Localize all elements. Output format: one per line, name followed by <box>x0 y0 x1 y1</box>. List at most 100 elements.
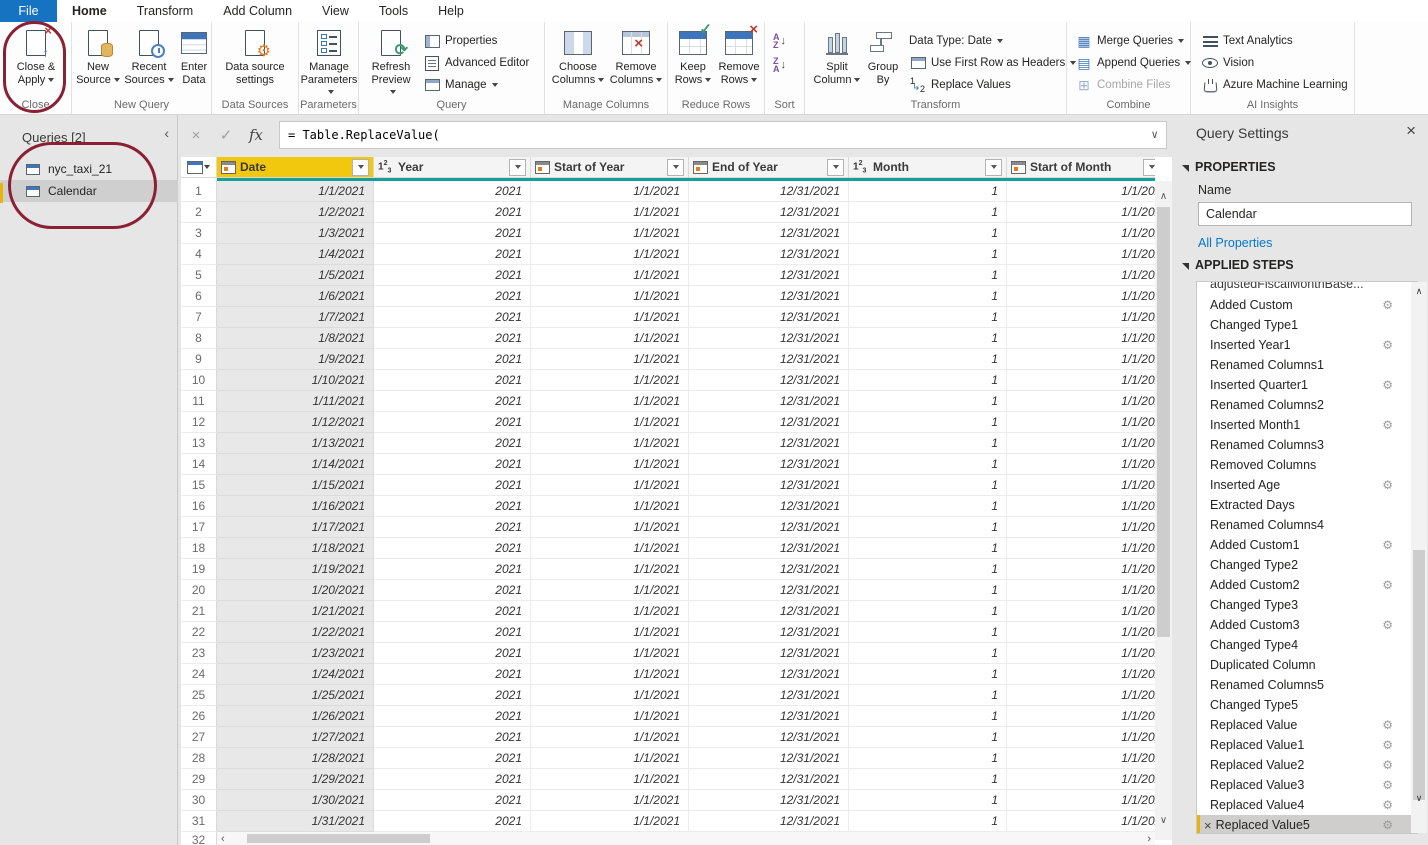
table-cell[interactable]: 2021 <box>374 412 531 433</box>
table-cell[interactable]: 1 <box>849 664 1007 685</box>
scroll-down-icon[interactable]: ∨ <box>1411 791 1427 805</box>
menu-tab-add-column[interactable]: Add Column <box>208 0 307 22</box>
applied-step[interactable]: Renamed Columns2 <box>1197 395 1417 415</box>
table-cell[interactable]: 1/9/2021 <box>217 349 374 370</box>
column-header-start-of-month[interactable]: Start of Month <box>1007 157 1155 178</box>
table-cell[interactable]: 12/31/2021 <box>689 685 849 706</box>
table-cell[interactable]: 1/1/2021 <box>531 643 689 664</box>
table-cell[interactable]: 1 <box>849 244 1007 265</box>
applied-step[interactable]: Changed Type5 <box>1197 695 1417 715</box>
row-number[interactable]: 25 <box>181 685 217 706</box>
table-cell[interactable]: 1/28/2021 <box>217 748 374 769</box>
applied-step[interactable]: Changed Type3 <box>1197 595 1417 615</box>
use-first-row-as-headers-button[interactable]: Use First Row as Headers <box>909 52 1076 74</box>
row-number[interactable]: 21 <box>181 601 217 622</box>
remove-rows-button[interactable]: × RemoveRows <box>716 27 762 86</box>
step-settings-gear-icon[interactable]: ⚙ <box>1382 818 1393 832</box>
table-cell[interactable]: 1 <box>849 370 1007 391</box>
table-cell[interactable]: 12/31/2021 <box>689 580 849 601</box>
table-cell[interactable]: 1/1/2021 <box>217 181 374 202</box>
combine-files-button[interactable]: ⊞Combine Files <box>1075 74 1191 96</box>
table-cell[interactable]: 1/1/2021 <box>531 517 689 538</box>
horizontal-scrollbar[interactable]: ‹ › <box>217 832 1155 845</box>
row-number[interactable]: 23 <box>181 643 217 664</box>
table-cell[interactable]: 2021 <box>374 433 531 454</box>
table-cell[interactable]: 1/18/2021 <box>217 538 374 559</box>
applied-step[interactable]: ×Replaced Value5⚙ <box>1197 815 1417 834</box>
text-analytics-button[interactable]: Text Analytics <box>1201 30 1348 52</box>
menu-tab-file[interactable]: File <box>0 0 57 22</box>
table-cell[interactable]: 1/1/2021 <box>1007 706 1155 727</box>
table-cell[interactable]: 1 <box>849 202 1007 223</box>
table-cell[interactable]: 1/1/2021 <box>1007 601 1155 622</box>
table-cell[interactable]: 1/1/2021 <box>1007 244 1155 265</box>
table-cell[interactable]: 1 <box>849 622 1007 643</box>
table-cell[interactable]: 2021 <box>374 685 531 706</box>
table-cell[interactable]: 2021 <box>374 265 531 286</box>
table-cell[interactable]: 12/31/2021 <box>689 307 849 328</box>
table-cell[interactable]: 2021 <box>374 244 531 265</box>
table-cell[interactable]: 1/1/2021 <box>531 706 689 727</box>
expand-formula-bar-icon[interactable]: ∨ <box>1151 128 1158 141</box>
table-cell[interactable]: 2021 <box>374 223 531 244</box>
table-cell[interactable]: 1 <box>849 538 1007 559</box>
table-cell[interactable]: 12/31/2021 <box>689 769 849 790</box>
vision-button[interactable]: Vision <box>1201 52 1348 74</box>
step-settings-gear-icon[interactable]: ⚙ <box>1382 478 1393 492</box>
applied-step[interactable]: Added Custom1⚙ <box>1197 535 1417 555</box>
table-cell[interactable]: 12/31/2021 <box>689 559 849 580</box>
remove-columns-button[interactable]: × RemoveColumns <box>608 27 664 86</box>
table-cell[interactable]: 1/1/2021 <box>531 244 689 265</box>
sort-descending-button[interactable]: ZA↓ <box>773 56 786 74</box>
vertical-scroll-thumb[interactable] <box>1157 207 1170 637</box>
applied-step[interactable]: adjustedFiscalMonthBase... <box>1197 282 1417 295</box>
table-cell[interactable]: 2021 <box>374 559 531 580</box>
manage-button[interactable]: Manage <box>423 74 529 96</box>
table-cell[interactable]: 1/1/2021 <box>1007 286 1155 307</box>
sort-ascending-button[interactable]: AZ↓ <box>773 32 786 50</box>
table-cell[interactable]: 1/1/2021 <box>531 370 689 391</box>
data-source-settings-button[interactable]: ⚙ Data sourcesettings <box>222 27 288 86</box>
row-number[interactable]: 6 <box>181 286 217 307</box>
applied-step[interactable]: Replaced Value4⚙ <box>1197 795 1417 815</box>
table-cell[interactable]: 12/31/2021 <box>689 286 849 307</box>
table-cell[interactable]: 1 <box>849 349 1007 370</box>
table-cell[interactable]: 12/31/2021 <box>689 706 849 727</box>
table-cell[interactable]: 1/1/2021 <box>1007 328 1155 349</box>
table-cell[interactable]: 1/1/2021 <box>531 202 689 223</box>
all-properties-link[interactable]: All Properties <box>1198 236 1272 250</box>
group-by-button[interactable]: GroupBy <box>863 27 903 86</box>
step-settings-gear-icon[interactable]: ⚙ <box>1382 618 1393 632</box>
filter-dropdown-button[interactable] <box>985 159 1002 176</box>
row-number[interactable]: 19 <box>181 559 217 580</box>
table-cell[interactable]: 2021 <box>374 517 531 538</box>
fx-icon[interactable]: fx <box>241 126 271 144</box>
table-cell[interactable]: 1/1/2021 <box>1007 580 1155 601</box>
table-cell[interactable]: 1/1/2021 <box>531 391 689 412</box>
table-cell[interactable]: 12/31/2021 <box>689 811 849 832</box>
choose-columns-button[interactable]: ChooseColumns <box>551 27 605 86</box>
table-cell[interactable]: 1/1/2021 <box>531 811 689 832</box>
row-number[interactable]: 28 <box>181 748 217 769</box>
table-cell[interactable]: 12/31/2021 <box>689 181 849 202</box>
steps-scroll-thumb[interactable] <box>1413 550 1425 800</box>
row-number[interactable]: 5 <box>181 265 217 286</box>
table-cell[interactable]: 1/24/2021 <box>217 664 374 685</box>
row-number[interactable]: 13 <box>181 433 217 454</box>
menu-tab-transform[interactable]: Transform <box>122 0 209 22</box>
refresh-preview-button[interactable]: ⟳ RefreshPreview <box>367 27 415 99</box>
table-cell[interactable]: 1/1/2021 <box>1007 349 1155 370</box>
applied-step[interactable]: Duplicated Column <box>1197 655 1417 675</box>
table-cell[interactable]: 1/1/2021 <box>1007 622 1155 643</box>
table-cell[interactable]: 1/25/2021 <box>217 685 374 706</box>
table-cell[interactable]: 2021 <box>374 181 531 202</box>
table-cell[interactable]: 1/20/2021 <box>217 580 374 601</box>
table-cell[interactable]: 1/27/2021 <box>217 727 374 748</box>
table-cell[interactable]: 12/31/2021 <box>689 601 849 622</box>
table-cell[interactable]: 1/1/2021 <box>1007 811 1155 832</box>
table-cell[interactable]: 12/31/2021 <box>689 454 849 475</box>
table-cell[interactable]: 1/4/2021 <box>217 244 374 265</box>
menu-tab-view[interactable]: View <box>307 0 364 22</box>
table-cell[interactable]: 1/1/2021 <box>1007 475 1155 496</box>
row-number[interactable]: 17 <box>181 517 217 538</box>
